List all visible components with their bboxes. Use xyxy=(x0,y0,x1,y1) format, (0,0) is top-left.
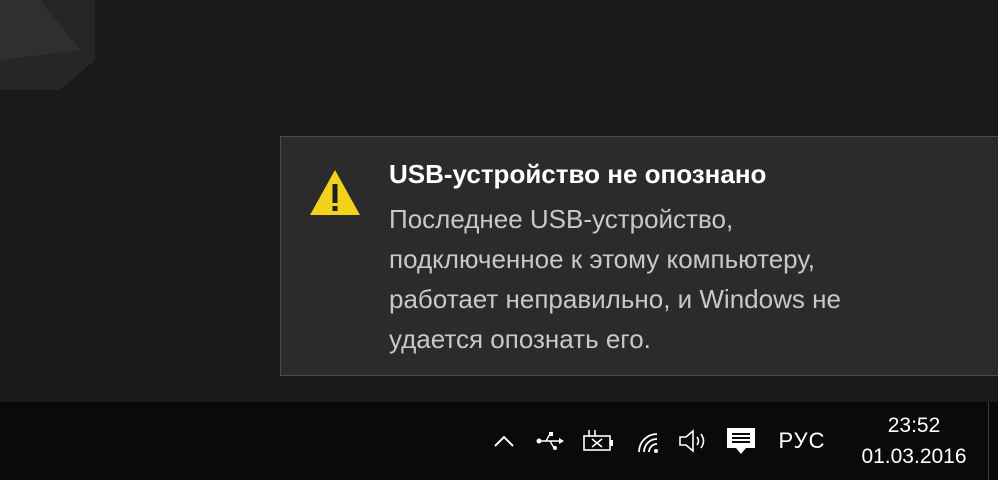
notification-body-line: работает неправильно, и Windows не xyxy=(389,284,841,314)
clock-date: 01.03.2016 xyxy=(861,445,967,468)
notification-title: USB-устройство не опознано xyxy=(389,159,767,189)
clock[interactable]: 23:52 01.03.2016 xyxy=(848,406,980,476)
show-desktop-button[interactable] xyxy=(988,402,998,480)
clock-time: 23:52 xyxy=(887,414,941,437)
notification-body-line: Последнее USB-устройство, xyxy=(389,204,734,234)
speaker-icon xyxy=(677,428,711,454)
show-hidden-icons-button[interactable] xyxy=(486,402,522,480)
warning-icon xyxy=(307,165,363,221)
notification-body: Последнее USB-устройство, подключенное к… xyxy=(389,199,949,359)
taskbar: РУС 23:52 01.03.2016 xyxy=(0,402,998,480)
battery-icon xyxy=(581,428,615,454)
chevron-up-icon xyxy=(492,433,516,449)
notification-body-line: удается опознать его. xyxy=(389,324,651,354)
language-indicator[interactable]: РУС xyxy=(772,402,832,480)
wifi-icon xyxy=(633,428,663,454)
notification-body-line: подключенное к этому компьютеру, xyxy=(389,244,815,274)
usb-tray-button[interactable] xyxy=(530,402,570,480)
usb-icon xyxy=(535,429,565,453)
action-center-button[interactable] xyxy=(720,402,762,480)
language-label: РУС xyxy=(778,428,826,453)
volume-tray-button[interactable] xyxy=(674,402,714,480)
network-tray-button[interactable] xyxy=(628,402,668,480)
battery-tray-button[interactable] xyxy=(576,402,620,480)
action-center-icon xyxy=(724,425,758,457)
desktop-wallpaper-shape xyxy=(0,0,95,90)
usb-notification-toast[interactable]: USB-устройство не опознано Последнее USB… xyxy=(280,136,998,376)
